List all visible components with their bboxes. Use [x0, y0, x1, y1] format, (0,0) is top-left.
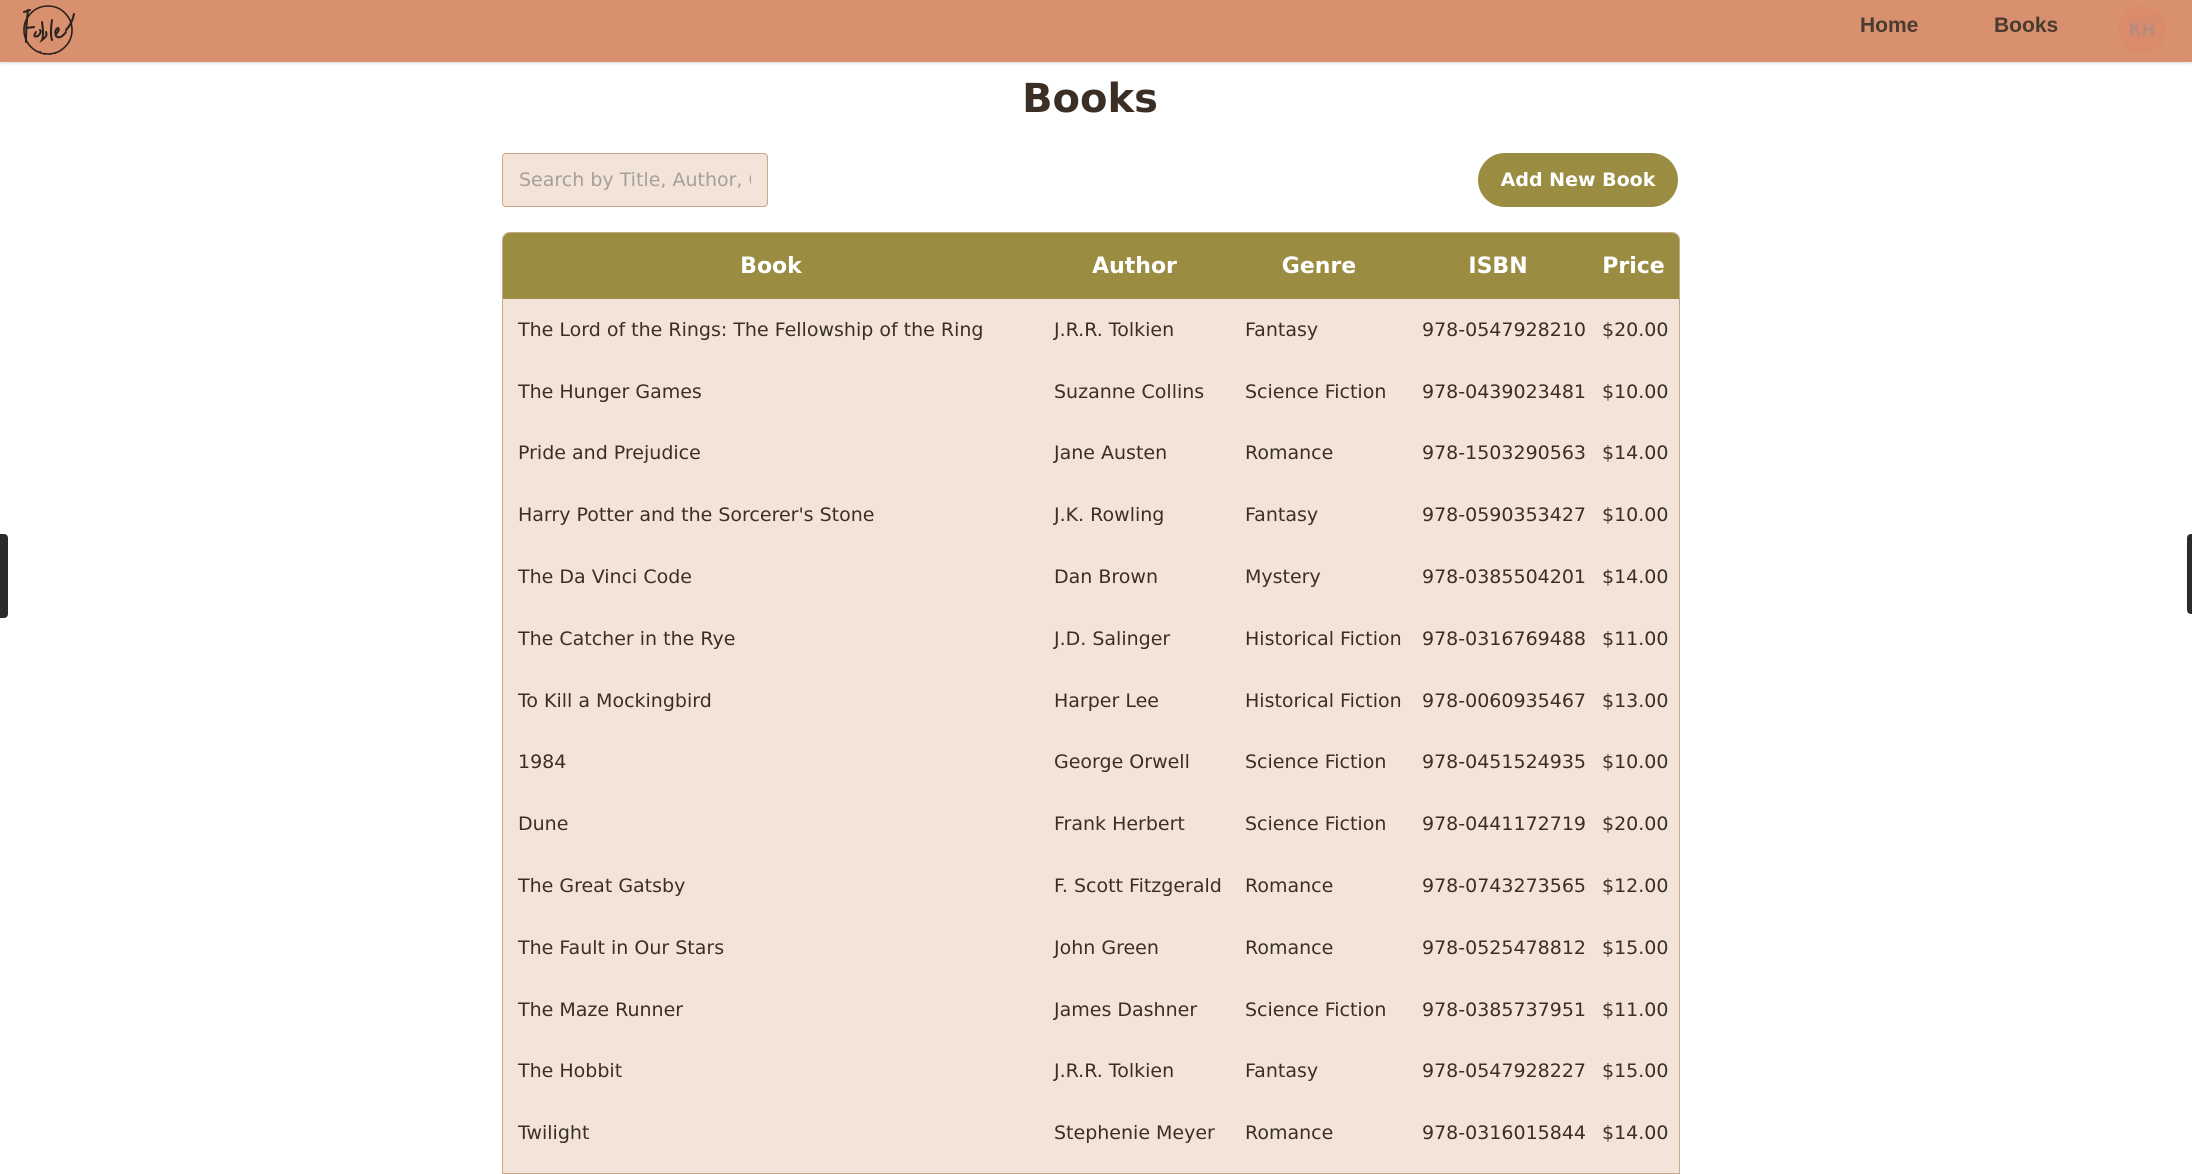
cell-genre: Science Fiction [1245, 813, 1387, 836]
cell-genre: Science Fiction [1245, 380, 1387, 403]
cell-genre: Romance [1245, 936, 1334, 959]
page-title: Books [1022, 76, 1158, 122]
table-row[interactable]: To Kill a Mockingbird Harper Lee Historica… [503, 670, 1679, 732]
header-book[interactable]: Book [503, 233, 1039, 299]
cell-price: $13.00 [1602, 689, 1669, 712]
cell-author: F. Scott Fitzgerald [1054, 875, 1222, 898]
cell-price: $15.00 [1602, 936, 1669, 959]
cell-price: $11.00 [1602, 627, 1669, 650]
top-navbar: Home Books KH [0, 0, 2192, 62]
cell-isbn: 978-0060935467 [1422, 689, 1587, 712]
left-side-tab[interactable] [0, 534, 8, 618]
cell-isbn: 978-0316769488 [1422, 627, 1587, 650]
cell-price: $15.00 [1602, 1060, 1669, 1083]
cell-book: 1984 [518, 751, 567, 774]
cell-book: The Da Vinci Code [518, 566, 692, 589]
cell-author: J.R.R. Tolkien [1054, 318, 1175, 341]
nav-home-link[interactable]: Home [1860, 14, 1918, 38]
table-row[interactable]: The Maze Runner James Dashner Science Fict… [503, 979, 1679, 1041]
cell-isbn: 978-0547928227 [1422, 1060, 1587, 1083]
cell-book: To Kill a Mockingbird [518, 689, 712, 712]
cell-genre: Science Fiction [1245, 998, 1387, 1021]
cell-isbn: 978-0439023481 [1422, 380, 1587, 403]
cell-isbn: 978-0547928210 [1422, 318, 1587, 341]
cell-author: Jane Austen [1054, 442, 1168, 465]
cell-isbn: 978-0525478812 [1422, 936, 1587, 959]
cell-isbn: 978-1503290563 [1422, 442, 1587, 465]
table-row[interactable]: 1984 George Orwell Science Fiction 978-0451… [503, 732, 1679, 794]
cell-author: James Dashner [1054, 998, 1198, 1021]
nav-books-link[interactable]: Books [1994, 14, 2058, 38]
table-row[interactable]: Pride and Prejudice Jane Austen Romance 978… [503, 423, 1679, 485]
cell-price: $20.00 [1602, 813, 1669, 836]
table-row[interactable]: The Catcher in the Rye J.D. Salinger Histo… [503, 608, 1679, 670]
cell-isbn: 978-0441172719 [1422, 813, 1587, 836]
cell-price: $20.00 [1602, 318, 1669, 341]
cell-isbn: 978-0385737951 [1422, 998, 1587, 1021]
books-table-container: Book Author Genre ISBN Price The Lord of… [502, 232, 1680, 1174]
cell-book: Dune [518, 813, 569, 836]
cell-price: $12.00 [1602, 875, 1669, 898]
table-row[interactable]: Harry Potter and the Sorcerer's Stone J.K… [503, 484, 1679, 546]
cell-book: The Maze Runner [518, 998, 684, 1021]
cell-genre: Fantasy [1245, 1060, 1319, 1083]
table-row[interactable]: The Hobbit J.R.R. Tolkien Fantasy 978-05479… [503, 1041, 1679, 1103]
cell-isbn: 978-0385504201 [1422, 566, 1587, 589]
table-row[interactable]: The Hunger Games Suzanne Collins Science F… [503, 361, 1679, 423]
cell-book: Pride and Prejudice [518, 442, 701, 465]
cell-author: George Orwell [1054, 751, 1190, 774]
right-side-tab[interactable] [2187, 534, 2192, 614]
table-body: The Lord of the Rings: The Fellowship of… [503, 299, 1679, 1164]
cell-book: The Hobbit [518, 1060, 623, 1083]
cell-book: Harry Potter and the Sorcerer's Stone [518, 504, 875, 527]
table-header-row: Book Author Genre ISBN Price [503, 233, 1679, 299]
table-row[interactable]: The Lord of the Rings: The Fellowship of… [503, 299, 1679, 361]
cell-price: $14.00 [1602, 566, 1669, 589]
cell-price: $10.00 [1602, 380, 1669, 403]
cell-author: Frank Herbert [1054, 813, 1185, 836]
table-row[interactable]: Dune Frank Herbert Science Fiction 978-0441… [503, 793, 1679, 855]
header-price[interactable]: Price [1588, 233, 1679, 299]
cell-genre: Science Fiction [1245, 751, 1387, 774]
cell-genre: Historical Fiction [1245, 627, 1402, 650]
cell-author: Harper Lee [1054, 689, 1159, 712]
table-row[interactable]: The Da Vinci Code Dan Brown Mystery 978-038… [503, 546, 1679, 608]
cell-author: J.R.R. Tolkien [1054, 1060, 1175, 1083]
cell-book: The Hunger Games [518, 380, 702, 403]
cell-isbn: 978-0451524935 [1422, 751, 1587, 774]
cell-genre: Romance [1245, 442, 1334, 465]
search-input[interactable] [502, 153, 768, 207]
cell-isbn: 978-0743273565 [1422, 875, 1587, 898]
books-table: Book Author Genre ISBN Price The Lord of… [503, 233, 1679, 1164]
add-new-book-button[interactable]: Add New Book [1478, 153, 1678, 207]
user-avatar[interactable]: KH [2118, 6, 2166, 54]
cell-book: The Lord of the Rings: The Fellowship of… [518, 318, 984, 341]
cell-genre: Fantasy [1245, 504, 1319, 527]
cell-genre: Romance [1245, 875, 1334, 898]
cell-price: $10.00 [1602, 751, 1669, 774]
cell-author: Dan Brown [1054, 566, 1158, 589]
header-author[interactable]: Author [1039, 233, 1230, 299]
cell-price: $11.00 [1602, 998, 1669, 1021]
cell-book: The Fault in Our Stars [518, 936, 725, 959]
cell-author: J.D. Salinger [1054, 627, 1171, 650]
cell-genre: Mystery [1245, 566, 1321, 589]
table-row[interactable]: The Fault in Our Stars John Green Romance 9… [503, 917, 1679, 979]
cell-price: $10.00 [1602, 504, 1669, 527]
cell-author: J.K. Rowling [1054, 504, 1165, 527]
cell-genre: Fantasy [1245, 318, 1319, 341]
cell-isbn: 978-0590353427 [1422, 504, 1587, 527]
header-isbn[interactable]: ISBN [1408, 233, 1588, 299]
cell-author: Suzanne Collins [1054, 380, 1205, 403]
cell-author: John Green [1054, 936, 1159, 959]
cell-price: $14.00 [1602, 442, 1669, 465]
table-row[interactable]: The Great Gatsby F. Scott Fitzgerald Roman… [503, 855, 1679, 917]
fable-logo[interactable] [14, 2, 86, 58]
header-genre[interactable]: Genre [1230, 233, 1408, 299]
cell-book: The Catcher in the Rye [518, 627, 736, 650]
cell-book: The Great Gatsby [518, 875, 686, 898]
cell-genre: Historical Fiction [1245, 689, 1402, 712]
